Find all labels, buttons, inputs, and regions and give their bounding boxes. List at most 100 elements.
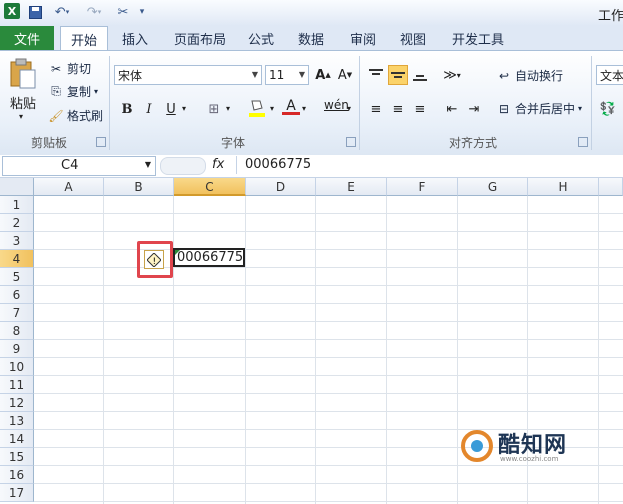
format-painter-button[interactable]: 🖌 格式刷 [48,107,103,124]
tab-review[interactable]: 审阅 [342,26,384,50]
align-right-icon[interactable]: ≡ [410,99,430,119]
tab-data[interactable]: 数据 [290,26,332,50]
column-header-partial[interactable] [599,178,623,196]
increase-indent-icon[interactable]: ⇥ [464,99,484,119]
select-all-corner[interactable] [0,178,34,196]
shrink-font-icon[interactable]: A ▼ [335,65,355,85]
row-header-1[interactable]: 1 [0,196,34,214]
font-group-label: 字体 [220,136,245,150]
name-box[interactable]: C4 ▼ [2,156,156,176]
phonetic-guide-icon[interactable]: wén [324,98,349,112]
decrease-indent-icon[interactable]: ⇤ [442,99,462,119]
wrap-text-button[interactable]: ↩ 自动换行 [496,67,563,84]
row-header-15[interactable]: 15 [0,448,34,466]
error-warning-icon[interactable]: ! [144,250,164,269]
font-color-dropdown-icon[interactable]: ▾ [302,104,306,113]
row-header-5[interactable]: 5 [0,268,34,286]
row-header-3[interactable]: 3 [0,232,34,250]
number-format-combo[interactable]: 文本 [596,65,623,85]
grid-column-line [386,196,387,504]
row-header-9[interactable]: 9 [0,340,34,358]
column-header-e[interactable]: E [316,178,387,196]
alignment-launcher-icon[interactable] [578,137,588,147]
align-left-icon[interactable]: ≡ [366,99,386,119]
borders-dropdown-icon[interactable]: ▾ [226,104,230,113]
tools-icon[interactable]: ✂ [112,3,134,21]
fill-color-dropdown-icon[interactable]: ▾ [270,104,274,113]
font-size-combo[interactable]: 11 ▼ [265,65,309,85]
column-header-d[interactable]: D [246,178,316,196]
font-color-icon[interactable]: A [282,98,300,118]
insert-function-button[interactable]: fx [212,157,224,172]
watermark-logo-icon [461,430,493,462]
align-middle-icon[interactable] [388,65,408,85]
row-header-7[interactable]: 7 [0,304,34,322]
customize-qat-icon[interactable]: ▾ [136,3,148,21]
grid-row-line [34,483,623,484]
scissors-icon: ✂ [50,61,62,76]
tab-developer[interactable]: 开发工具 [446,26,510,50]
column-header-a[interactable]: A [34,178,104,196]
tab-page-layout[interactable]: 页面布局 [166,26,234,50]
font-name-combo[interactable]: 宋体 ▼ [114,65,262,85]
clipboard-launcher-icon[interactable] [96,137,106,147]
borders-icon[interactable]: ⊞ [204,99,224,119]
column-header-h[interactable]: H [528,178,599,196]
redo-icon[interactable]: ↷ ▾ [80,3,108,21]
font-launcher-icon[interactable] [346,137,356,147]
copy-button[interactable]: ⎘ 复制 ▾ [48,83,98,100]
save-icon[interactable] [26,3,44,21]
formula-bar-splitter[interactable] [160,157,206,175]
column-header-g[interactable]: G [458,178,528,196]
grow-font-icon[interactable]: A ▲ [313,65,333,85]
fill-color-icon[interactable] [248,98,266,118]
currency-format-icon[interactable]: 💱 [598,99,618,119]
underline-button[interactable]: U [161,99,181,119]
tab-formulas[interactable]: 公式 [240,26,282,50]
active-cell[interactable]: 00066775 [173,248,245,267]
align-bottom-icon[interactable] [410,65,430,85]
paste-button[interactable]: 粘贴 [10,93,36,112]
underline-dropdown-icon[interactable]: ▾ [182,104,186,113]
align-top-icon[interactable] [366,65,386,85]
row-header-10[interactable]: 10 [0,358,34,376]
row-header-4[interactable]: 4 [0,250,34,268]
merge-center-button[interactable]: ⊟ 合并后居中 ▾ [496,100,582,117]
merge-center-label: 合并后居中 [515,102,576,116]
paste-dropdown-icon[interactable]: ▾ [19,112,23,121]
align-center-icon[interactable]: ≡ [388,99,408,119]
grid-row-line [34,267,623,268]
name-box-dropdown-icon[interactable]: ▼ [145,160,151,169]
cut-button[interactable]: ✂ 剪切 [48,60,91,77]
row-header-6[interactable]: 6 [0,286,34,304]
row-header-2[interactable]: 2 [0,214,34,232]
row-header-17[interactable]: 17 [0,484,34,502]
row-header-12[interactable]: 12 [0,394,34,412]
tab-view[interactable]: 视图 [392,26,434,50]
row-header-11[interactable]: 11 [0,376,34,394]
grid-row-line [34,285,623,286]
grid-row-line [34,231,623,232]
formula-input[interactable]: 00066775 [236,156,623,174]
row-header-13[interactable]: 13 [0,412,34,430]
row-header-16[interactable]: 16 [0,466,34,484]
tab-insert[interactable]: 插入 [112,26,158,50]
grid-row-line [34,501,623,502]
column-header-f[interactable]: F [387,178,458,196]
paste-icon[interactable] [8,58,38,90]
undo-icon[interactable]: ↶ ▾ [48,3,76,21]
grid-row-line [34,303,623,304]
column-header-c[interactable]: C [174,178,246,196]
orientation-icon[interactable]: ≫ ▾ [442,65,462,85]
tab-home[interactable]: 开始 [60,26,108,52]
copy-icon: ⎘ [51,84,61,98]
bold-button[interactable]: B [117,99,137,119]
row-header-8[interactable]: 8 [0,322,34,340]
grid-row-line [34,321,623,322]
row-header-14[interactable]: 14 [0,430,34,448]
phonetic-dropdown-icon[interactable]: ▾ [347,104,351,113]
italic-button[interactable]: I [139,99,159,119]
column-header-b[interactable]: B [104,178,174,196]
tab-file[interactable]: 文件 [0,26,54,50]
name-box-value: C4 [61,158,79,173]
